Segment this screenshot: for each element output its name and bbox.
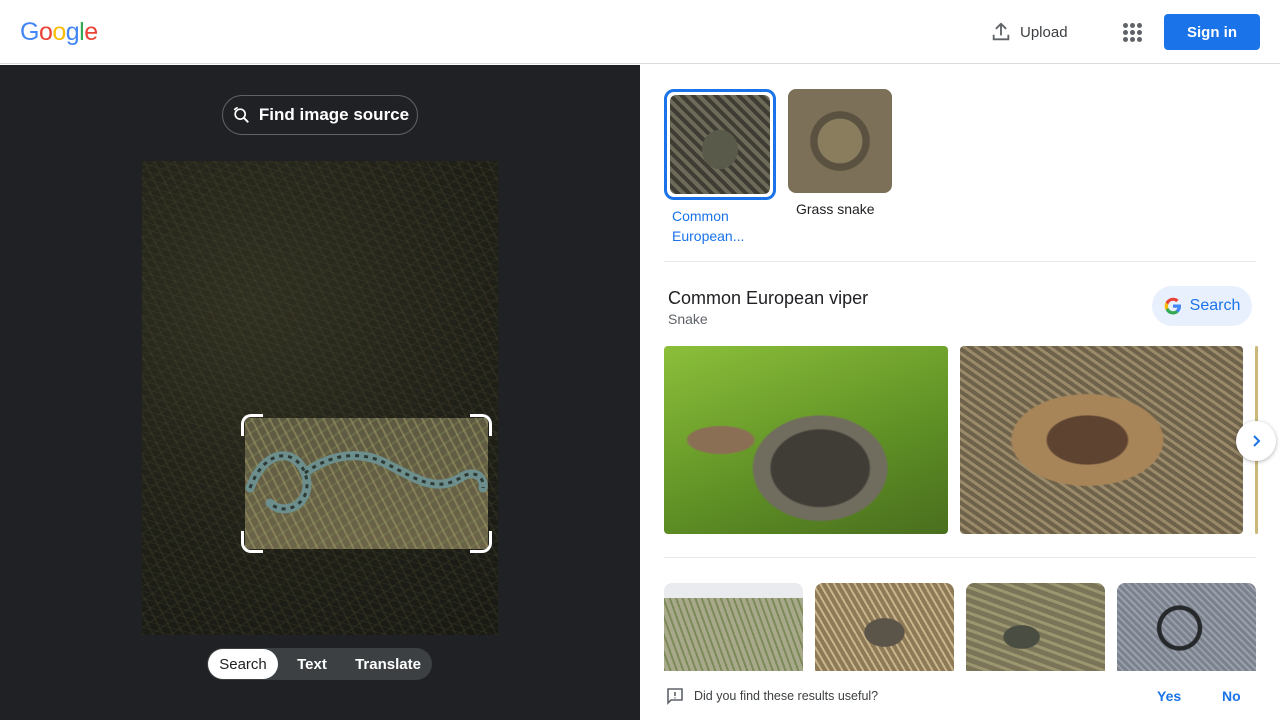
feedback-question: Did you find these results useful?: [694, 689, 879, 703]
logo-letter: o: [52, 18, 66, 46]
result-thumbnail[interactable]: [664, 583, 803, 673]
result-thumbnail[interactable]: [966, 583, 1105, 673]
crop-handle-top-left[interactable]: [241, 414, 263, 436]
feedback-bar: Did you find these results useful? Yes N…: [640, 671, 1280, 720]
chip-thumbnail: [788, 89, 892, 193]
divider: [664, 261, 1256, 262]
query-image: [142, 161, 498, 635]
crop-handle-top-right[interactable]: [470, 414, 492, 436]
divider: [664, 557, 1256, 558]
logo-letter: G: [20, 18, 39, 46]
result-chip-common-european-viper[interactable]: Common European...: [664, 89, 776, 246]
entity-title[interactable]: Common European viper: [668, 288, 868, 309]
result-image[interactable]: [960, 346, 1243, 534]
google-g-icon: [1164, 297, 1181, 315]
image-dim-overlay: [142, 161, 498, 635]
result-chip-grass-snake[interactable]: Grass snake: [788, 89, 900, 219]
crop-handle-bottom-right[interactable]: [470, 531, 492, 553]
image-search-icon: [233, 106, 249, 123]
logo-letter: g: [65, 18, 80, 46]
chip-label: Grass snake: [796, 201, 875, 217]
result-thumbnail[interactable]: [1117, 583, 1256, 673]
selected-region[interactable]: [245, 418, 488, 549]
sign-in-button[interactable]: Sign in: [1164, 14, 1260, 50]
snake-shape: [245, 451, 488, 514]
apps-grid-icon[interactable]: [1118, 18, 1146, 46]
feedback-icon: [667, 688, 683, 705]
upload-label: Upload: [1020, 23, 1068, 41]
result-image[interactable]: [664, 346, 948, 534]
logo-letter: e: [84, 18, 98, 46]
find-image-source-label: Find image source: [258, 105, 410, 124]
tab-translate[interactable]: Translate: [346, 649, 430, 679]
entity-search-label: Search: [1189, 297, 1241, 314]
result-thumbnail[interactable]: [815, 583, 954, 673]
chip-label: Common European...: [672, 208, 745, 244]
results-panel: Common European... Grass snake Common Eu…: [640, 65, 1280, 720]
upload-icon: [992, 22, 1010, 41]
entity-search-button[interactable]: Search: [1152, 286, 1252, 326]
query-image-panel: Find image source Search Text Translate: [0, 65, 640, 720]
chevron-right-icon[interactable]: [1236, 421, 1276, 461]
feedback-no-button[interactable]: No: [1222, 688, 1241, 704]
tab-search[interactable]: Search: [208, 649, 278, 679]
upload-button[interactable]: Upload: [990, 18, 1068, 46]
mode-switcher: Search Text Translate: [207, 648, 432, 680]
entity-subtitle: Snake: [668, 311, 708, 327]
chip-thumbnail: [664, 89, 776, 200]
logo-letter: o: [38, 18, 53, 46]
tab-text[interactable]: Text: [278, 649, 346, 679]
crop-handle-bottom-left[interactable]: [241, 531, 263, 553]
google-logo[interactable]: Google: [20, 18, 98, 47]
top-bar: Google Upload Sign in: [0, 0, 1280, 64]
feedback-yes-button[interactable]: Yes: [1157, 688, 1181, 704]
find-image-source-button[interactable]: Find image source: [222, 95, 418, 135]
